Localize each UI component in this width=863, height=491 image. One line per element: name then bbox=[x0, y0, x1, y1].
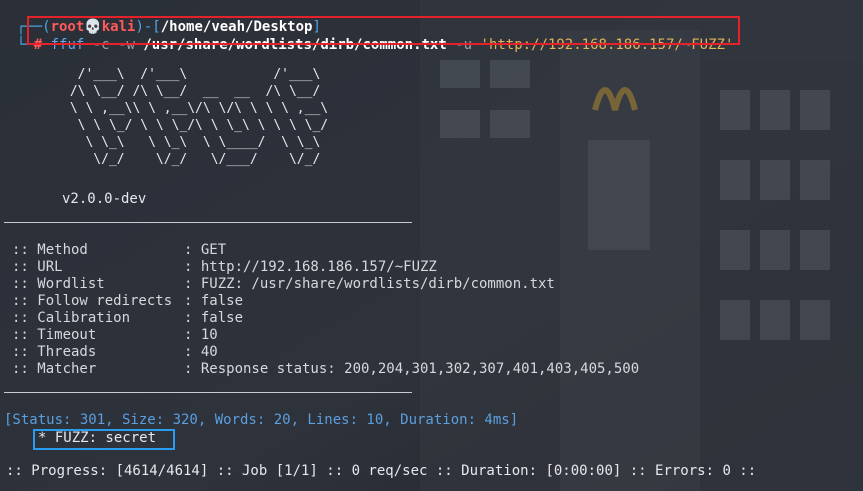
option-key: :: Calibration bbox=[12, 310, 131, 326]
option-value: : GET bbox=[184, 242, 227, 258]
option-value: : 40 bbox=[184, 344, 218, 360]
option-value: : Response status: 200,204,301,302,307,4… bbox=[184, 361, 640, 377]
progress-line: :: Progress: [4614/4614] :: Job [1/1] ::… bbox=[6, 463, 757, 479]
option-row-method: :: Method : GET bbox=[12, 242, 226, 258]
option-value: : http://192.168.186.157/~FUZZ bbox=[184, 259, 437, 275]
option-key: :: Follow redirects bbox=[12, 293, 173, 309]
divider-bottom bbox=[4, 392, 412, 393]
option-row-threads: :: Threads : 40 bbox=[12, 344, 218, 360]
option-key: :: Method bbox=[12, 242, 88, 258]
option-value: : 10 bbox=[184, 327, 218, 343]
option-row-follow-redirects: :: Follow redirects : false bbox=[12, 293, 243, 309]
command-highlight-box bbox=[27, 16, 740, 45]
option-key: :: URL bbox=[12, 259, 63, 275]
option-key: :: Timeout bbox=[12, 327, 97, 343]
option-value: : false bbox=[184, 293, 244, 309]
option-row-wordlist: :: Wordlist : FUZZ: /usr/share/wordlists/… bbox=[12, 276, 555, 292]
result-highlight-box bbox=[33, 429, 175, 450]
option-key: :: Matcher bbox=[12, 361, 97, 377]
option-key: :: Wordlist bbox=[12, 276, 105, 292]
option-value: : FUZZ: /usr/share/wordlists/dirb/common… bbox=[184, 276, 555, 292]
ffuf-ascii-banner: /'___\ /'___\ /'___\ /\ \__/ /\ \__/ __ … bbox=[69, 67, 329, 167]
result-status-line: [Status: 301, Size: 320, Words: 20, Line… bbox=[4, 412, 519, 428]
option-row-timeout: :: Timeout : 10 bbox=[12, 327, 218, 343]
option-value: : false bbox=[184, 310, 244, 326]
option-row-matcher: :: Matcher : Response status: 200,204,301… bbox=[12, 361, 639, 377]
ffuf-version: v2.0.0-dev bbox=[62, 191, 147, 207]
divider-top bbox=[4, 222, 412, 223]
option-row-calibration: :: Calibration : false bbox=[12, 310, 243, 326]
option-row-url: :: URL : http://192.168.186.157/~FUZZ bbox=[12, 259, 437, 275]
option-key: :: Threads bbox=[12, 344, 97, 360]
